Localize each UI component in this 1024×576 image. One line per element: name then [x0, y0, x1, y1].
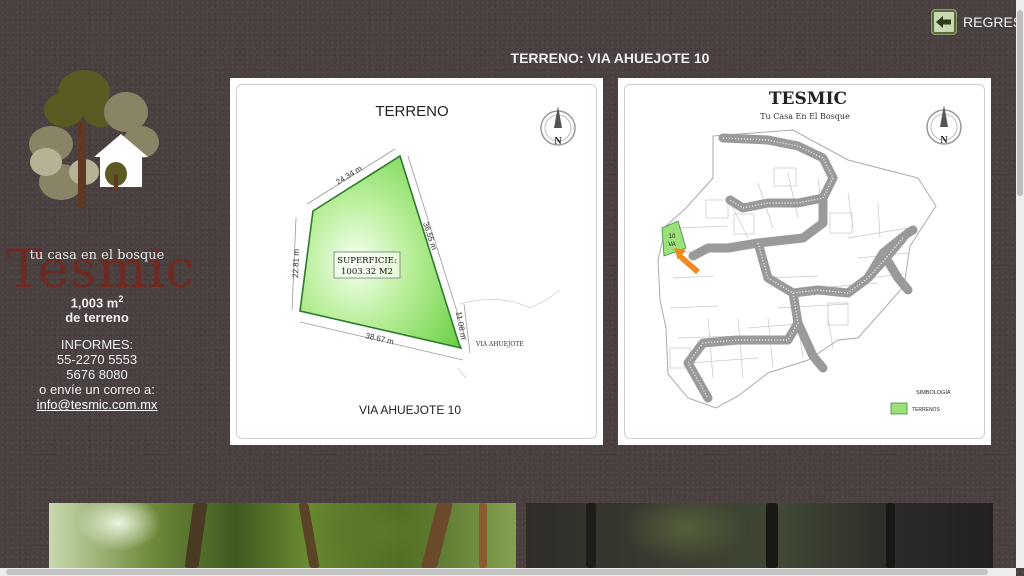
lot-area-caption: de terreno: [65, 310, 129, 326]
lot-label-street: VA: [668, 242, 676, 248]
logo-tagline: tu casa en el bosque: [29, 248, 165, 263]
side-bottom-label: 38.67 m: [365, 331, 396, 346]
street-label: VIA AHUEJOTE: [475, 341, 524, 348]
page-title: TERRENO: VIA AHUEJOTE 10: [510, 50, 710, 66]
legend-swatch: [890, 402, 908, 415]
back-button-label: REGRESAR: [963, 14, 1024, 30]
phone-2: 5676 8080: [66, 367, 128, 383]
tree-house-logo-icon: [29, 70, 159, 208]
forest-photo-1[interactable]: [49, 503, 516, 568]
plot-map-drawing: TERRENO N 24.34 m 36.55 m 22.81 m 38.67 …: [291, 103, 576, 417]
compass-letter: N: [940, 135, 948, 146]
vertical-scroll-thumb[interactable]: [1017, 10, 1023, 196]
arrow-left-icon: [931, 9, 957, 35]
site-map-panel[interactable]: TESMIC Tu Casa En El Bosque N 10 VA SIMB…: [618, 78, 991, 445]
forest-photo-2[interactable]: [526, 503, 993, 568]
back-button[interactable]: REGRESAR: [931, 9, 1024, 35]
informes-label: INFORMES:: [60, 337, 134, 353]
email-link[interactable]: info@tesmic.com.mx: [37, 397, 158, 412]
compass-icon: N: [926, 105, 962, 146]
compass-letter: N: [554, 136, 562, 147]
vertical-scrollbar[interactable]: [1016, 0, 1024, 568]
phone-1: 55-2270 5553: [56, 352, 138, 368]
surface-value: 1003.32 M2: [341, 267, 393, 277]
horizontal-scroll-thumb[interactable]: [6, 569, 988, 575]
tesmic-logo[interactable]: Tesmic: [6, 62, 195, 296]
contact-info: 1,003 m2 de terreno INFORMES: 55-2270 55…: [0, 292, 194, 412]
site-map-subheading: Tu Casa En El Bosque: [760, 112, 850, 121]
side-left-label: 22.81 m: [291, 249, 301, 279]
plot-map-footer: VIA AHUEJOTE 10: [359, 403, 461, 417]
email-prompt: o envíe un correo a:: [39, 382, 155, 398]
plot-map-heading: TERRENO: [375, 103, 448, 120]
legend-item: TERRENOS: [912, 407, 940, 413]
lot-label-number: 10: [669, 234, 676, 240]
legend-title: SIMBOLOGÍA: [916, 389, 951, 396]
plot-map-panel[interactable]: TERRENO N 24.34 m 36.55 m 22.81 m 38.67 …: [230, 78, 603, 445]
lot-area-value: 1,003 m: [70, 295, 119, 311]
lot-area-unit-sup: 2: [118, 294, 124, 304]
horizontal-scrollbar[interactable]: [0, 568, 1016, 576]
surface-label: SUPERFICIE:: [337, 256, 397, 266]
compass-icon: N: [540, 106, 576, 147]
site-map-drawing: TESMIC Tu Casa En El Bosque N 10 VA SIMB…: [657, 89, 962, 415]
site-map-heading: TESMIC: [769, 89, 847, 109]
lot-area: 1,003 m2: [0, 292, 194, 310]
